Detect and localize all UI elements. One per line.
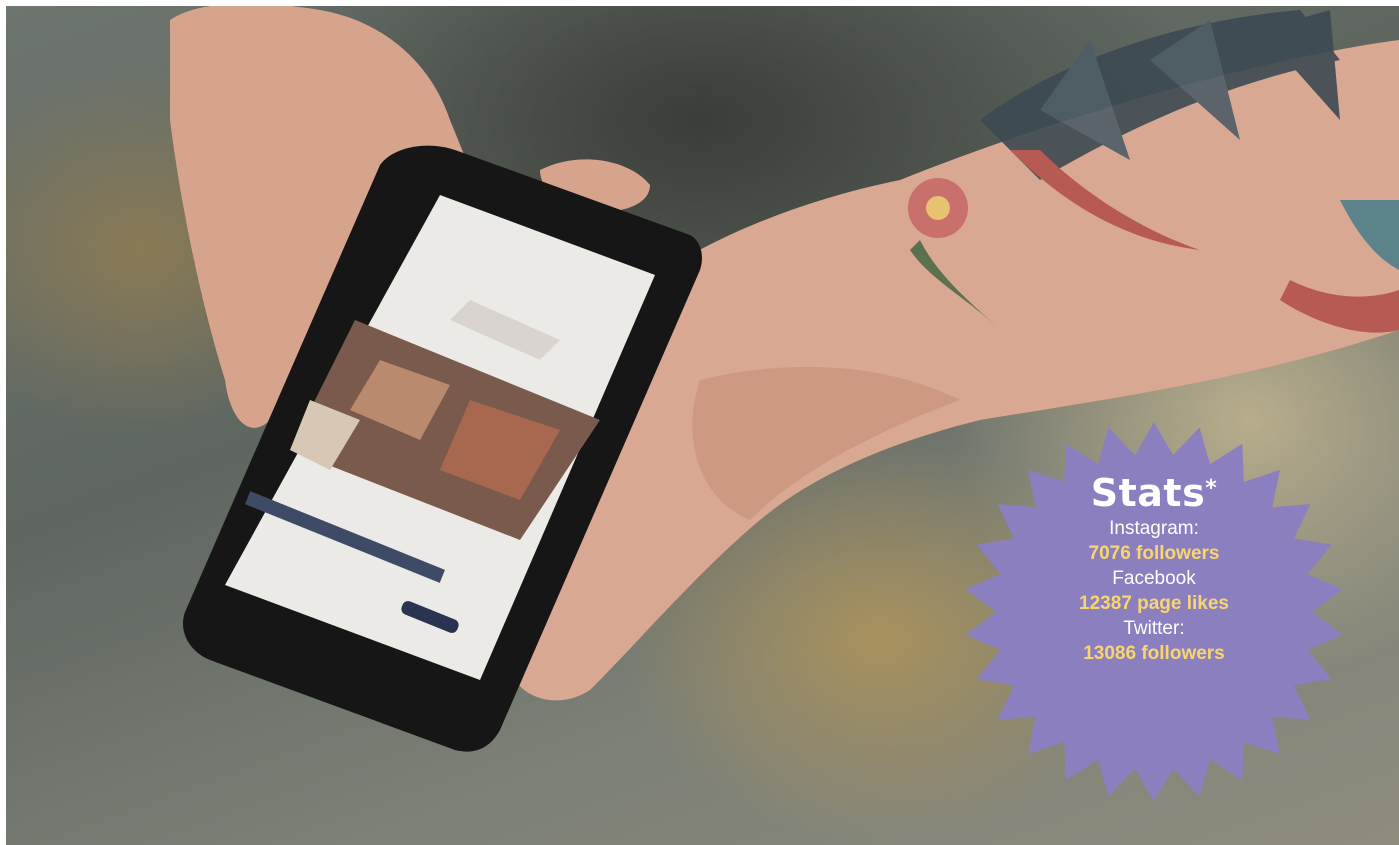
facebook-label: Facebook <box>1112 568 1196 589</box>
stats-badge-content: Stats* Instagram: 7076 followers Faceboo… <box>962 470 1346 666</box>
photo-background: Stats* Instagram: 7076 followers Faceboo… <box>0 0 1399 845</box>
left-border <box>0 0 6 845</box>
facebook-value: 12387 page likes <box>1079 593 1229 614</box>
top-border <box>0 0 1399 6</box>
stats-title: Stats* <box>1090 471 1218 515</box>
right-arm-shadow <box>692 366 960 520</box>
instagram-value: 7076 followers <box>1088 543 1220 564</box>
twitter-value: 13086 followers <box>1083 643 1225 664</box>
stats-badge: Stats* Instagram: 7076 followers Faceboo… <box>962 420 1346 804</box>
stats-asterisk: * <box>1205 476 1218 501</box>
instagram-label: Instagram: <box>1109 518 1199 539</box>
twitter-label: Twitter: <box>1123 618 1185 639</box>
